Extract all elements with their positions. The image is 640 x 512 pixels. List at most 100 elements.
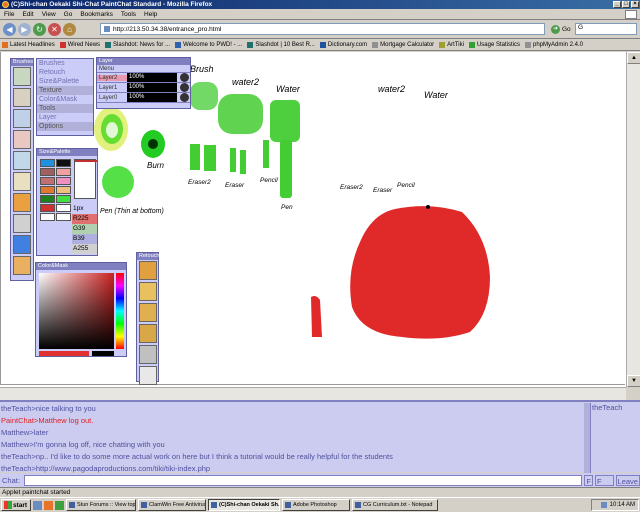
menu-edit[interactable]: Edit bbox=[21, 11, 34, 18]
chat-fall-button[interactable]: F All bbox=[595, 474, 614, 497]
color-swatch[interactable] bbox=[40, 159, 55, 167]
palette-menu-item[interactable]: Brushes bbox=[37, 59, 93, 68]
bookmark-item[interactable]: ArtTiki bbox=[439, 41, 464, 48]
pencil-tool-icon[interactable] bbox=[13, 88, 31, 107]
eraser-tool-icon[interactable] bbox=[13, 172, 31, 191]
color-swatch[interactable] bbox=[40, 204, 55, 212]
color-swatch[interactable] bbox=[56, 204, 71, 212]
blue-value[interactable]: B39 bbox=[72, 234, 97, 244]
url-bar[interactable]: http://213.50.34.38/entrance_pro.html bbox=[100, 23, 545, 35]
layer-row[interactable]: Layer1 100% bbox=[97, 83, 190, 93]
vertical-scrollbar[interactable]: ▲ ▼ bbox=[626, 52, 640, 387]
color-swatch[interactable] bbox=[40, 195, 55, 203]
layer-row[interactable]: Layer2 100% bbox=[97, 73, 190, 83]
pen-tool-icon[interactable] bbox=[13, 67, 31, 86]
palette-menu-item[interactable]: Options bbox=[37, 122, 93, 131]
color-swatch[interactable] bbox=[40, 186, 55, 194]
forward-icon[interactable]: ▶ bbox=[18, 22, 31, 36]
palette-menu-item[interactable]: Size&Palette bbox=[37, 77, 93, 86]
horizontal-scrollbar[interactable] bbox=[0, 387, 626, 400]
color-swatch[interactable] bbox=[56, 177, 71, 185]
layer-opacity[interactable]: 100% bbox=[127, 83, 177, 92]
taskbar-button[interactable]: ClamWin Free Antivirus bbox=[138, 499, 206, 511]
user-list-item[interactable]: theTeach bbox=[592, 403, 640, 412]
mask-color[interactable] bbox=[92, 351, 114, 356]
layer-visibility-icon[interactable] bbox=[180, 83, 189, 92]
bookmark-item[interactable]: Usage Statistics bbox=[468, 41, 520, 48]
blur-tool-icon[interactable] bbox=[13, 214, 31, 233]
taskbar-button[interactable]: (C)Shi-chan Oekaki Sh... bbox=[208, 499, 280, 511]
minimize-button[interactable]: _ bbox=[613, 1, 621, 8]
scroll-down-icon[interactable]: ▼ bbox=[627, 375, 640, 387]
retouch-gradient-icon[interactable] bbox=[138, 282, 157, 301]
maximize-button[interactable]: □ bbox=[622, 1, 630, 8]
close-button[interactable]: × bbox=[631, 1, 639, 8]
palette-menu-item[interactable]: Layer bbox=[37, 113, 93, 122]
menu-tools[interactable]: Tools bbox=[120, 11, 137, 18]
alpha-value[interactable]: A255 bbox=[72, 244, 97, 254]
color-swatch[interactable] bbox=[56, 168, 71, 176]
color-swatch[interactable] bbox=[40, 213, 55, 221]
retouch-copy-icon[interactable] bbox=[138, 324, 157, 343]
bookmark-item[interactable]: Slashdot | 10 Best R... bbox=[247, 41, 315, 48]
stop-icon[interactable]: ✕ bbox=[48, 22, 61, 36]
scroll-up-icon[interactable]: ▲ bbox=[627, 52, 640, 64]
layer-visibility-icon[interactable] bbox=[180, 93, 189, 102]
menu-bookmarks[interactable]: Bookmarks bbox=[79, 11, 114, 18]
taskbar-button[interactable]: Stun Forums :: View topic... bbox=[66, 499, 136, 511]
bookmark-item[interactable]: phpMyAdmin 2.4.0 bbox=[524, 41, 583, 48]
bookmark-item[interactable]: Latest Headlines bbox=[2, 41, 55, 48]
go-button[interactable]: ➜ Go bbox=[551, 23, 571, 35]
layer-opacity[interactable]: 100% bbox=[127, 73, 177, 82]
airbrush-tool-icon[interactable] bbox=[13, 109, 31, 128]
layer-visibility-icon[interactable] bbox=[180, 73, 189, 82]
palette-menu-item[interactable]: Tools bbox=[37, 104, 93, 113]
water-tool-icon[interactable] bbox=[13, 151, 31, 170]
green-value[interactable]: G39 bbox=[72, 224, 97, 234]
hue-slider[interactable] bbox=[116, 273, 124, 349]
retouch-select-icon[interactable] bbox=[138, 303, 157, 322]
palette-menu-item[interactable]: Texture bbox=[37, 86, 93, 95]
drop-tool-icon[interactable] bbox=[13, 235, 31, 254]
bookmark-item[interactable]: Welcome to PWD! - ... bbox=[175, 41, 242, 48]
bookmark-item[interactable]: Slashdot: News for ... bbox=[105, 41, 170, 48]
pattern-tool-icon[interactable] bbox=[13, 256, 31, 275]
retouch-line-icon[interactable] bbox=[138, 366, 157, 385]
start-button[interactable]: start bbox=[1, 499, 31, 511]
color-swatch[interactable] bbox=[40, 168, 55, 176]
quicklaunch-media-icon[interactable] bbox=[55, 500, 64, 510]
back-icon[interactable]: ◀ bbox=[3, 22, 16, 36]
tray-volume-icon[interactable] bbox=[600, 502, 607, 508]
chat-input[interactable] bbox=[23, 474, 583, 486]
brush-tool-icon[interactable] bbox=[13, 130, 31, 149]
bookmark-item[interactable]: Mortgage Calculator bbox=[372, 41, 434, 48]
home-icon[interactable]: ⌂ bbox=[63, 22, 76, 36]
color-swatch[interactable] bbox=[56, 159, 71, 167]
retouch-text-icon[interactable] bbox=[138, 345, 157, 364]
bookmark-item[interactable]: Dictionary.com bbox=[319, 41, 367, 48]
quicklaunch-browser-icon[interactable] bbox=[44, 500, 53, 510]
chat-f-button[interactable]: F bbox=[584, 474, 593, 486]
layer-opacity[interactable]: 100% bbox=[127, 93, 177, 102]
layer-row[interactable]: Layer0 100% bbox=[97, 93, 190, 103]
palette-menu-item[interactable]: Retouch bbox=[37, 68, 93, 77]
bookmark-item[interactable]: Wired News bbox=[59, 41, 100, 48]
menu-help[interactable]: Help bbox=[143, 11, 158, 18]
reload-icon[interactable]: ↻ bbox=[33, 22, 46, 36]
color-swatch[interactable] bbox=[56, 195, 71, 203]
layer-menu-button[interactable]: Menu bbox=[97, 65, 190, 73]
color-swatch[interactable] bbox=[56, 186, 71, 194]
red-value[interactable]: R225 bbox=[72, 214, 97, 224]
palette-menu-item[interactable]: Color&Mask bbox=[37, 95, 93, 104]
menu-view[interactable]: View bbox=[41, 11, 57, 18]
burn-tool-icon[interactable] bbox=[13, 193, 31, 212]
color-picker-gradient[interactable] bbox=[39, 273, 114, 349]
brush-size-slider[interactable] bbox=[74, 159, 97, 199]
retouch-fill-icon[interactable] bbox=[138, 261, 157, 280]
menu-file[interactable]: File bbox=[3, 11, 15, 18]
taskbar-button[interactable]: CG Curriculum.txt - Notepad bbox=[352, 499, 438, 511]
search-input[interactable]: G bbox=[575, 23, 637, 35]
chat-leave-button[interactable]: Leave bbox=[615, 474, 640, 486]
taskbar-button[interactable]: Adobe Photoshop bbox=[282, 499, 350, 511]
menu-go[interactable]: Go bbox=[63, 11, 74, 18]
